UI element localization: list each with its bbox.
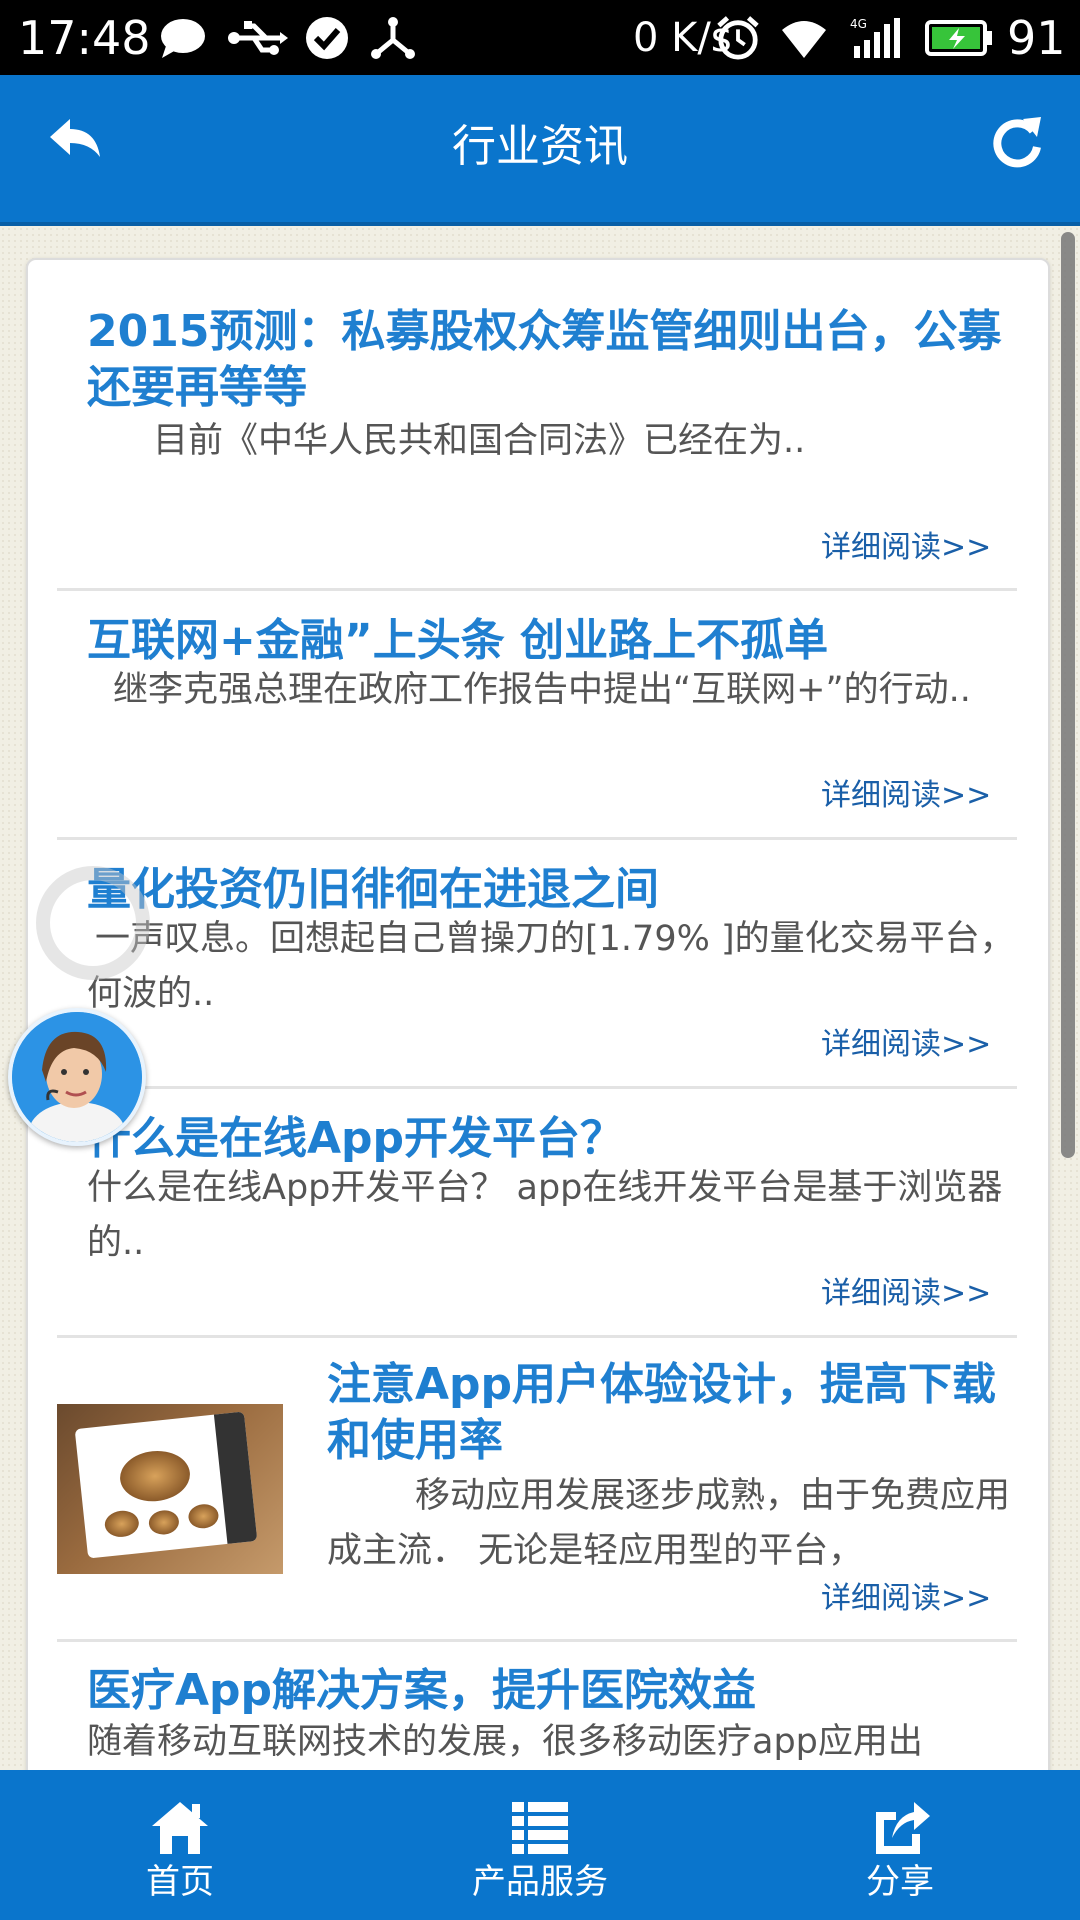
tablet-image (74, 1411, 258, 1559)
refresh-icon[interactable] (985, 111, 1047, 173)
article-title[interactable]: 注意App用户体验设计，提高下载和使用率 (327, 1357, 1017, 1469)
loading-ring (36, 866, 150, 980)
list-item[interactable]: 量化投资仍旧徘徊在进退之间 一声叹息。回想起自己曾操刀的[1.79% ]的量化交… (57, 840, 1017, 1090)
article-summary: 继李克强总理在政府工作报告中提出“互联网+”的行动.. (113, 670, 971, 710)
nav-share[interactable]: 分享 (780, 1770, 1020, 1920)
nav-home-label: 首页 (146, 1862, 214, 1902)
alarm-icon (717, 16, 759, 60)
article-title[interactable]: 2015预测：私募股权众筹监管细则出台，公募还要再等等 (87, 304, 1017, 416)
read-more-link[interactable]: 详细阅读>> (821, 1025, 991, 1065)
check-circle-icon (306, 17, 348, 59)
divider (57, 1335, 1017, 1338)
list-item[interactable]: 2015预测：私募股权众筹监管细则出台，公募还要再等等 目前《中华人民共和国合同… (57, 226, 1017, 591)
article-thumbnail[interactable] (57, 1404, 283, 1574)
share-icon (876, 1802, 930, 1854)
app-header: 行业资讯 (0, 75, 1080, 226)
list-item[interactable]: 互联网+金融”上头条 创业路上不孤单 继李克强总理在政府工作报告中提出“互联网+… (57, 591, 1017, 841)
page-title: 行业资讯 (452, 121, 628, 172)
list-item[interactable]: 注意App用户体验设计，提高下载和使用率 移动应用发展逐步成熟，由于免费应用成主… (300, 1339, 1017, 1639)
list-item[interactable]: 医疗App解决方案，提升医院效益 随着移动互联网技术的发展，很多移动医疗app应… (57, 1643, 1017, 1770)
chat-icon (161, 19, 205, 58)
article-summary: 随着移动互联网技术的发展，很多移动医疗app应用出 (87, 1722, 923, 1762)
article-title[interactable]: 医疗App解决方案，提升医院效益 (87, 1663, 1017, 1719)
svg-text:4G: 4G (850, 17, 867, 31)
status-time: 17:48 (18, 11, 151, 65)
list-item[interactable]: 什么是在线App开发平台？ 什么是在线App开发平台？ app在线开发平台是基于… (57, 1089, 1017, 1339)
nodes-icon (371, 17, 415, 59)
article-summary: 一声叹息。回想起自己曾操刀的[1.79% ]的量化交易平台，何波的.. (87, 919, 1015, 1014)
nav-share-label: 分享 (866, 1862, 934, 1902)
battery-icon (925, 20, 992, 56)
scrollbar[interactable] (1061, 232, 1075, 1158)
bottom-nav: 首页 产品服务 分享 (0, 1770, 1080, 1920)
status-bar: 17:48 0 K/s 4G 91 (0, 0, 1080, 75)
article-summary: 移动应用发展逐步成熟，由于免费应用成主流． 无论是轻应用型的平台， (327, 1476, 1011, 1571)
read-more-link[interactable]: 详细阅读>> (821, 528, 991, 568)
usb-icon (228, 21, 288, 55)
read-more-link[interactable]: 详细阅读>> (821, 1579, 991, 1619)
article-summary: 目前《中华人民共和国合同法》已经在为.. (153, 421, 806, 461)
nav-products-label: 产品服务 (472, 1862, 608, 1902)
list-icon (512, 1802, 568, 1854)
signal-4g-icon: 4G (850, 17, 900, 58)
article-summary: 什么是在线App开发平台？ app在线开发平台是基于浏览器的.. (87, 1168, 1003, 1263)
article-title[interactable]: 量化投资仍旧徘徊在进退之间 (87, 862, 1017, 918)
customer-service-avatar[interactable] (8, 1008, 146, 1146)
article-title[interactable]: 什么是在线App开发平台？ (87, 1111, 1017, 1167)
article-title[interactable]: 互联网+金融”上头条 创业路上不孤单 (87, 613, 1017, 669)
nav-home[interactable]: 首页 (60, 1770, 300, 1920)
read-more-link[interactable]: 详细阅读>> (821, 776, 991, 816)
battery-level: 91 (1007, 11, 1066, 65)
wifi-icon (782, 21, 826, 58)
divider (57, 1639, 1017, 1642)
read-more-link[interactable]: 详细阅读>> (821, 1274, 991, 1314)
nav-products[interactable]: 产品服务 (420, 1770, 660, 1920)
home-icon (152, 1802, 208, 1854)
assistant-face-icon (12, 1012, 142, 1142)
